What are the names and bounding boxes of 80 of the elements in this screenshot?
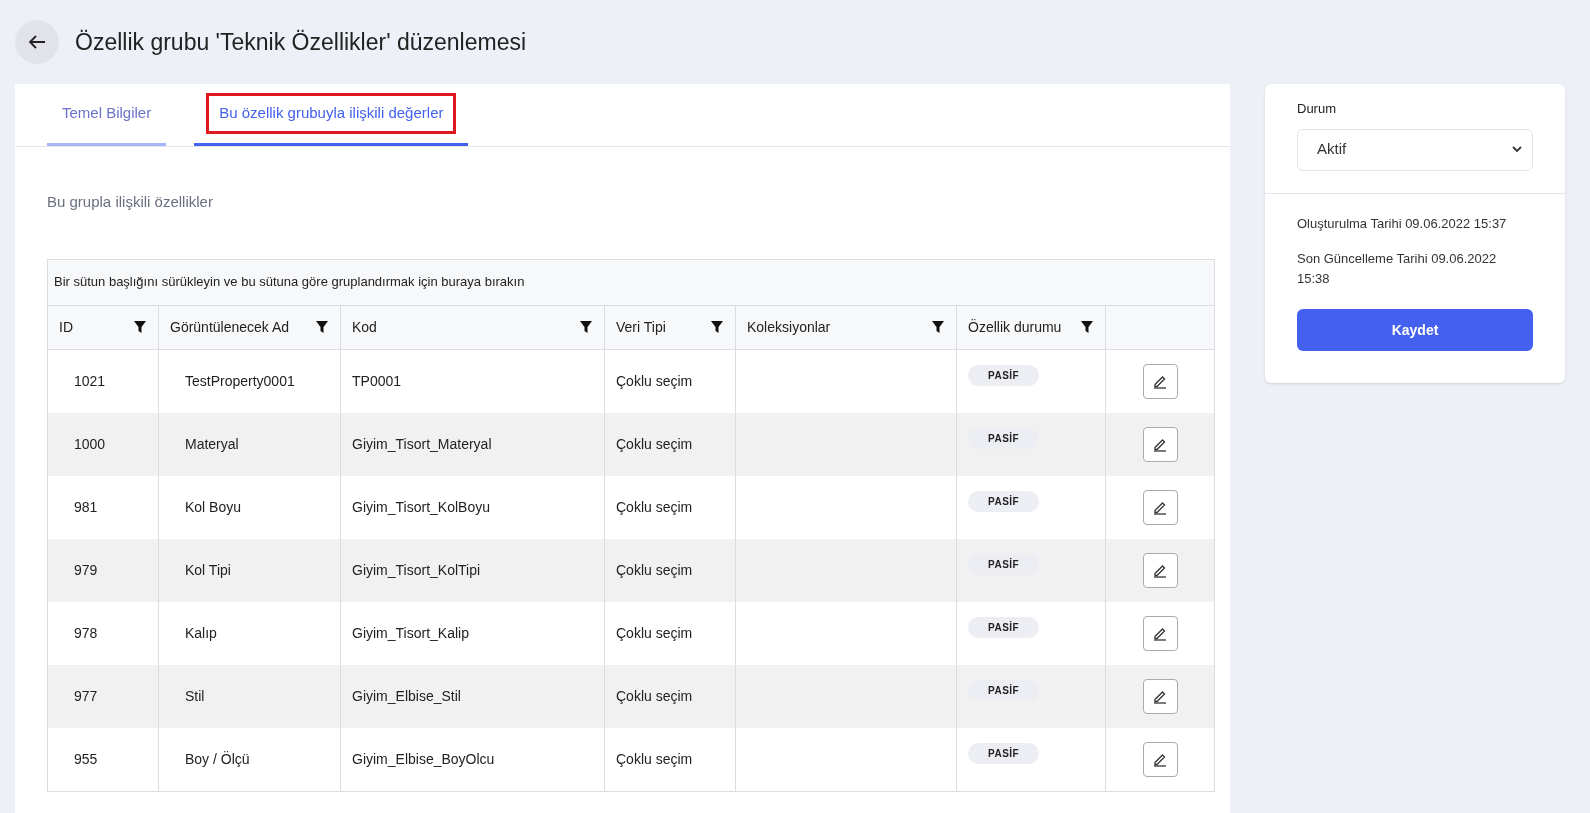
tab[interactable]: Bu özellik grubuyla ilişkili değerler <box>194 84 469 146</box>
tab[interactable]: Temel Bilgiler <box>47 84 167 146</box>
updated-date: Son Güncelleme Tarihi 09.06.2022 15:38 <box>1297 250 1498 288</box>
page-title: Özellik grubu 'Teknik Özellikler' düzenlemesi <box>75 27 527 57</box>
edit-button[interactable] <box>1142 552 1178 588</box>
column-label: Özellik durumu <box>968 317 1062 337</box>
status-badge: PASİF <box>968 364 1040 386</box>
column-header[interactable]: ID <box>48 305 159 349</box>
table-cell-text: 1000 <box>74 434 106 454</box>
table-cell-text: Giyim_Tisort_Kalip <box>352 623 469 643</box>
table-cell-text: Çoklu seçim <box>616 560 693 580</box>
edit-button[interactable] <box>1142 426 1178 462</box>
table-cell-text: Çoklu seçim <box>616 497 693 517</box>
status-badge: PASİF <box>968 679 1040 701</box>
table-cell-text: Çoklu seçim <box>616 623 693 643</box>
column-label: ID <box>59 317 73 337</box>
filter-icon[interactable] <box>133 320 147 334</box>
table-cell-text: Çoklu seçim <box>616 749 693 769</box>
column-header[interactable]: Özellik durumu <box>957 305 1106 349</box>
edit-button[interactable] <box>1142 489 1178 525</box>
table-cell-text: Kol Boyu <box>185 497 242 517</box>
table-cell-text: 981 <box>74 497 98 517</box>
filter-icon[interactable] <box>931 320 945 334</box>
column-label: Koleksiyonlar <box>747 317 831 337</box>
back-button[interactable] <box>15 20 59 64</box>
edit-button[interactable] <box>1142 678 1178 714</box>
table-cell-text: Çoklu seçim <box>616 371 693 391</box>
table-cell-text: Kol Tipi <box>185 560 231 580</box>
table-cell-text: Stil <box>185 686 205 706</box>
pencil-icon <box>1152 436 1168 452</box>
table-cell-text: 1021 <box>74 371 106 391</box>
pencil-icon <box>1152 751 1168 767</box>
edit-button[interactable] <box>1142 741 1178 777</box>
table-cell-text: TP0001 <box>352 371 402 391</box>
column-header[interactable]: Görüntülenecek Ad <box>159 305 341 349</box>
pencil-icon <box>1152 562 1168 578</box>
table-cell-text: 955 <box>74 749 98 769</box>
column-header[interactable]: Kod <box>341 305 605 349</box>
table-cell-text: Giyim_Tisort_KolTipi <box>352 560 481 580</box>
pencil-icon <box>1152 688 1168 704</box>
table-cell-text: 978 <box>74 623 98 643</box>
table-cell-text: Çoklu seçim <box>616 434 693 454</box>
column-label: Görüntülenecek Ad <box>170 317 290 337</box>
table-cell-text: Giyim_Elbise_BoyOlcu <box>352 749 495 769</box>
column-label: Veri Tipi <box>616 317 666 337</box>
table-cell-text: 979 <box>74 560 98 580</box>
status-badge: PASİF <box>968 616 1040 638</box>
group-panel: Bir sütun başlığını sürükleyin ve bu sütuna göre gruplandırmak için buraya bırakın <box>48 259 1214 306</box>
pencil-icon <box>1152 625 1168 641</box>
table-cell-text: 977 <box>74 686 98 706</box>
edit-button[interactable] <box>1142 363 1178 399</box>
column-header[interactable]: Veri Tipi <box>605 305 736 349</box>
save-button[interactable]: Kaydet <box>1297 309 1533 351</box>
table-cell-text: Materyal <box>185 434 239 454</box>
table-cell-text: Çoklu seçim <box>616 686 693 706</box>
column-label: Kod <box>352 317 377 337</box>
created-date: Oluşturulma Tarihi 09.06.2022 15:37 <box>1297 214 1508 233</box>
edit-button[interactable] <box>1142 615 1178 651</box>
filter-icon[interactable] <box>1080 320 1094 334</box>
status-badge: PASİF <box>968 427 1040 449</box>
chevron-down-icon <box>1512 146 1522 153</box>
table-cell-text: Giyim_Tisort_KolBoyu <box>352 497 490 517</box>
status-select[interactable]: Aktif <box>1297 128 1533 171</box>
filter-icon[interactable] <box>579 320 593 334</box>
table-cell-text: TestProperty0001 <box>185 371 295 391</box>
table-cell-text: Giyim_Elbise_Stil <box>352 686 461 706</box>
table-cell-text: Giyim_Tisort_Materyal <box>352 434 492 454</box>
back-arrow-icon <box>28 34 46 50</box>
field-label: Durum <box>1297 100 1337 118</box>
section-title: Bu grupla ilişkili özellikler <box>47 192 214 212</box>
table-cell-text: Kalıp <box>185 623 217 643</box>
status-badge: PASİF <box>968 553 1040 575</box>
filter-icon[interactable] <box>315 320 329 334</box>
status-badge: PASİF <box>968 742 1040 764</box>
filter-icon[interactable] <box>710 320 724 334</box>
status-badge: PASİF <box>968 490 1040 512</box>
table-cell-text: Boy / Ölçü <box>185 749 250 769</box>
pencil-icon <box>1152 373 1168 389</box>
pencil-icon <box>1152 499 1168 515</box>
column-header[interactable]: Koleksiyonlar <box>736 305 957 349</box>
